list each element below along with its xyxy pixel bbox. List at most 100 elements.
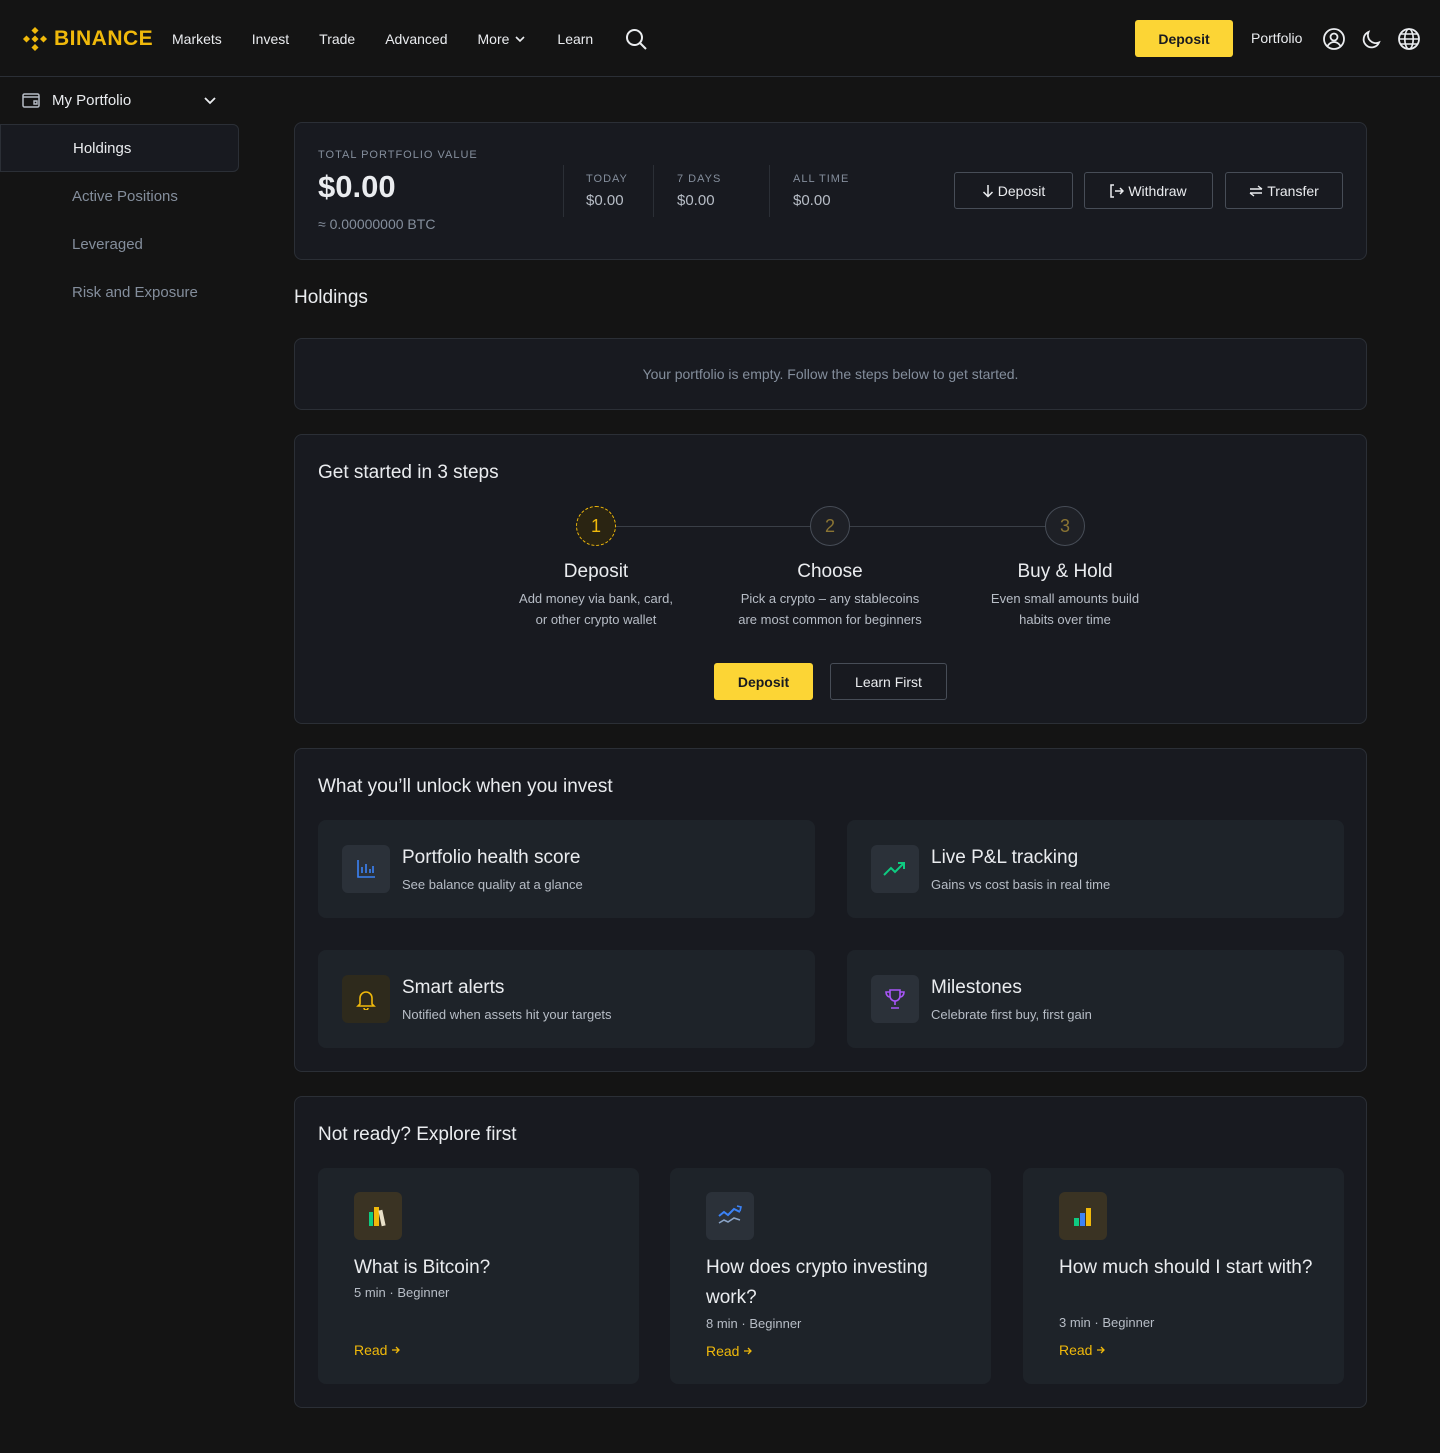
unlock-card: What you’ll unlock when you invest Portf… (294, 748, 1367, 1072)
holdings-empty-card: Your portfolio is empty. Follow the step… (294, 338, 1367, 410)
read-link[interactable]: Read (1059, 1342, 1106, 1358)
bar-chart-color-icon (1074, 1208, 1091, 1226)
stat-today-value: $0.00 (586, 192, 624, 209)
stat-today-label: TODAY (586, 173, 628, 185)
summary-transfer-label: Transfer (1267, 182, 1319, 199)
step-2-circle: 2 (810, 506, 850, 546)
globe-icon[interactable] (1397, 27, 1421, 51)
explore-icon-box (354, 1192, 402, 1240)
arrow-down-icon (982, 184, 993, 198)
summary-withdraw-button[interactable]: Withdraw (1084, 172, 1213, 209)
explore-item-bitcoin[interactable]: What is Bitcoin? 5 min · Beginner Read (318, 1168, 639, 1384)
summary-withdraw-label: Withdraw (1128, 182, 1187, 199)
explore-item-investing[interactable]: How does crypto investing work? 8 min · … (670, 1168, 991, 1384)
holdings-empty-text: Your portfolio is empty. Follow the step… (642, 366, 1019, 382)
nav-markets[interactable]: Markets (172, 31, 222, 47)
chart-trend-icon (718, 1205, 742, 1224)
header-portfolio-link[interactable]: Portfolio (1251, 30, 1302, 46)
feature-title: Milestones (931, 977, 1022, 998)
main-nav: Markets Invest Trade Advanced More Learn (172, 0, 623, 77)
user-icon[interactable] (1322, 27, 1346, 51)
header-deposit-button[interactable]: Deposit (1135, 20, 1233, 57)
get-started-card: Get started in 3 steps 1 2 3 Deposit Add… (294, 434, 1367, 724)
explore-title: Not ready? Explore first (318, 1124, 517, 1145)
step-2-title: Choose (797, 561, 863, 582)
step-2-desc-line2: are most common for beginners (738, 612, 922, 627)
step-3-title: Buy & Hold (1017, 561, 1113, 582)
feature-title: Live P&L tracking (931, 847, 1079, 868)
steps-deposit-button[interactable]: Deposit (714, 663, 813, 700)
get-started-title: Get started in 3 steps (318, 462, 499, 483)
explore-item-title: How much should I start with? (1059, 1257, 1313, 1278)
feature-title: Smart alerts (402, 977, 505, 998)
read-link[interactable]: Read (706, 1343, 753, 1359)
arrow-right-icon (392, 1346, 401, 1354)
top-navbar: BINANCE Markets Invest Trade Advanced Mo… (0, 0, 1440, 77)
feature-desc: Notified when assets hit your targets (402, 1007, 612, 1022)
binance-logo[interactable]: BINANCE (22, 26, 153, 52)
read-link[interactable]: Read (354, 1342, 401, 1358)
explore-item-meta: 5 min · Beginner (354, 1285, 450, 1300)
sidebar-portfolio-toggle[interactable]: My Portfolio (22, 90, 218, 110)
nav-more[interactable]: More (478, 31, 528, 47)
feature-desc: See balance quality at a glance (402, 877, 583, 892)
search-icon[interactable] (624, 27, 648, 51)
step-1-title: Deposit (563, 561, 629, 582)
divider (563, 165, 564, 217)
explore-item-start-amount[interactable]: How much should I start with? 3 min · Be… (1023, 1168, 1344, 1384)
feature-icon-box (342, 975, 390, 1023)
bell-icon (356, 991, 376, 1010)
read-label: Read (706, 1343, 740, 1359)
btc-value: ≈ 0.00000000 BTC (318, 216, 436, 232)
chevron-down-icon (204, 97, 216, 105)
feature-health-score: Portfolio health score See balance quali… (318, 820, 815, 918)
withdraw-icon (1110, 183, 1125, 198)
explore-item-meta: 8 min · Beginner (706, 1316, 802, 1331)
arrow-right-icon (744, 1347, 753, 1355)
step-2-desc-line1: Pick a crypto – any stablecoins (740, 591, 920, 606)
feature-live-pnl: Live P&L tracking Gains vs cost basis in… (847, 820, 1344, 918)
trophy-icon (885, 989, 905, 1009)
sidebar-item-active-positions[interactable]: Active Positions (0, 172, 239, 220)
sidebar-item-risk-exposure[interactable]: Risk and Exposure (0, 268, 239, 316)
nav-advanced[interactable]: Advanced (385, 31, 447, 47)
arrow-right-icon (1097, 1346, 1106, 1354)
summary-deposit-label: Deposit (997, 182, 1046, 199)
summary-deposit-button[interactable]: Deposit (954, 172, 1073, 209)
learn-first-button[interactable]: Learn First (830, 663, 947, 700)
nav-trade[interactable]: Trade (319, 31, 355, 47)
sidebar-item-leveraged[interactable]: Leveraged (0, 220, 239, 268)
stat-7days-label: 7 DAYS (677, 173, 722, 185)
explore-item-meta: 3 min · Beginner (1059, 1315, 1155, 1330)
explore-item-title: What is Bitcoin? (354, 1257, 491, 1278)
feature-milestones: Milestones Celebrate first buy, first ga… (847, 950, 1344, 1048)
wallet-icon (22, 93, 40, 108)
sidebar-title: My Portfolio (52, 91, 132, 109)
step-1-desc-line1: Add money via bank, card, (519, 591, 673, 606)
summary-transfer-button[interactable]: Transfer (1225, 172, 1343, 209)
chevron-down-icon (515, 35, 525, 42)
explore-item-title: How does crypto investing work? (706, 1257, 928, 1308)
feature-icon-box (871, 975, 919, 1023)
explore-icon-box (1059, 1192, 1107, 1240)
feature-desc: Gains vs cost basis in real time (931, 877, 1111, 892)
nav-learn[interactable]: Learn (557, 31, 593, 47)
moon-icon[interactable] (1360, 27, 1384, 51)
read-label: Read (1059, 1342, 1093, 1358)
total-value: $0.00 (318, 169, 396, 204)
stat-7days-value: $0.00 (677, 192, 715, 209)
step-3-desc-line1: Even small amounts build (990, 591, 1140, 606)
holdings-heading: Holdings (294, 287, 368, 308)
step-3-circle: 3 (1045, 506, 1085, 546)
explore-card: Not ready? Explore first What is Bitcoin… (294, 1096, 1367, 1408)
trend-up-icon (883, 862, 905, 876)
divider (653, 165, 654, 217)
nav-more-label: More (477, 30, 510, 47)
read-label: Read (354, 1342, 388, 1358)
brand-name: BINANCE (54, 27, 154, 50)
divider (769, 165, 770, 217)
nav-invest[interactable]: Invest (252, 31, 289, 47)
sidebar-item-holdings[interactable]: Holdings (0, 124, 239, 172)
portfolio-summary-card: TOTAL PORTFOLIO VALUE $0.00 ≈ 0.00000000… (294, 122, 1367, 260)
step-1-desc-line2: or other crypto wallet (535, 612, 657, 627)
